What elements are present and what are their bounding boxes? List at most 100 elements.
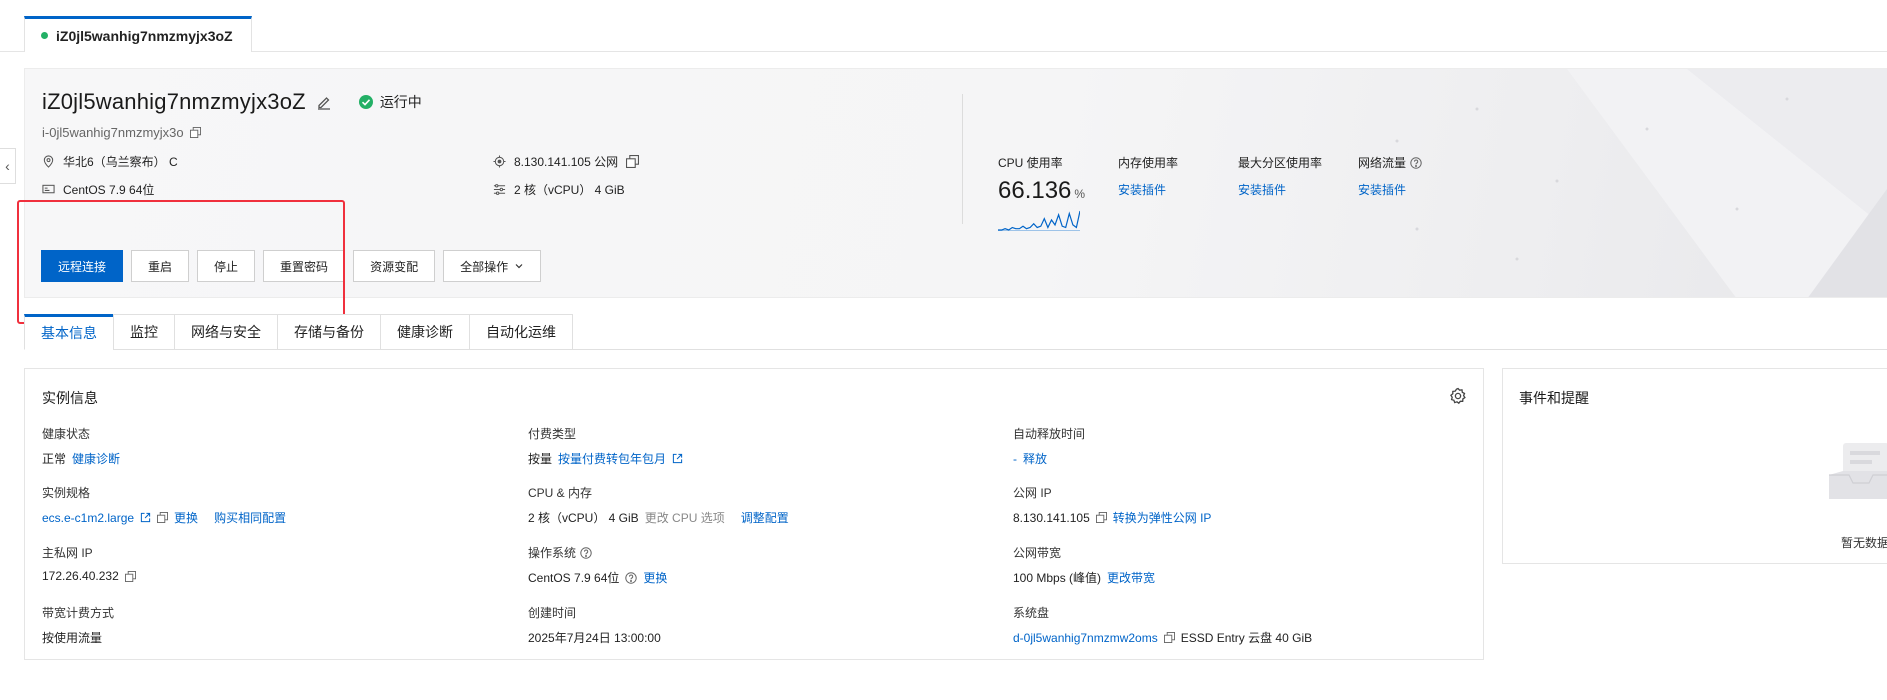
billing-type-field: 付费类型 按量 按量付费转包年包月	[528, 425, 988, 467]
network-install-plugin-link[interactable]: 安装插件	[1358, 181, 1422, 198]
memory-install-plugin-link[interactable]: 安装插件	[1118, 181, 1178, 198]
cpu-memory-field: CPU & 内存 2 核（vCPU） 4 GiB 更改 CPU 选项 调整配置	[528, 484, 988, 526]
stop-button[interactable]: 停止	[197, 250, 256, 282]
status-badge: 运行中	[358, 92, 422, 112]
billing-type-label: 付费类型	[528, 427, 577, 441]
empty-inbox-icon	[1829, 443, 1887, 499]
copy-icon[interactable]	[189, 127, 201, 138]
external-link-icon[interactable]	[140, 512, 151, 523]
instance-spec-link[interactable]: ecs.e-c1m2.large	[42, 511, 134, 525]
convert-eip-link[interactable]: 转换为弹性公网 IP	[1113, 509, 1212, 526]
system-disk-value: ESSD Entry 云盘 40 GiB	[1180, 631, 1313, 645]
health-status-field: 健康状态 正常 健康诊断	[42, 425, 502, 467]
change-resources-button[interactable]: 资源变配	[353, 250, 436, 282]
instance-id-row: i-0jl5wanhig7nmzmyjx3o	[42, 125, 201, 140]
disk-usage-metric: 最大分区使用率 安装插件	[1238, 154, 1322, 198]
help-icon[interactable]	[580, 546, 592, 559]
public-ip-field: 公网 IP 8.130.141.105 转换为弹性公网 IP	[1013, 484, 1473, 526]
running-dot-icon	[41, 32, 48, 39]
copy-icon[interactable]	[1163, 632, 1175, 643]
bandwidth-billing-value: 按使用流量	[42, 631, 103, 645]
restart-button[interactable]: 重启	[131, 250, 190, 282]
bandwidth-billing-label: 带宽计费方式	[42, 606, 115, 620]
copy-icon[interactable]	[124, 570, 136, 582]
health-diagnosis-link[interactable]: 健康诊断	[72, 450, 120, 467]
change-bandwidth-link[interactable]: 更改带宽	[1107, 569, 1155, 586]
tab-monitoring[interactable]: 监控	[113, 314, 174, 350]
tab-automation-ops[interactable]: 自动化运维	[469, 314, 573, 350]
memory-usage-metric: 内存使用率 安装插件	[1118, 154, 1178, 198]
events-empty-text: 暂无数据	[1841, 536, 1887, 550]
copy-icon[interactable]	[626, 155, 640, 168]
os-field: 操作系统 CentOS 7.9 64位 更换	[528, 544, 988, 586]
instance-info-card: 实例信息 健康状态 正常 健康诊断 付费类型 按量 按量付费转包年包月 自动释放…	[24, 368, 1484, 660]
instance-header-card: iZ0jl5wanhig7nmzmyjx3oZ 运行中 i-0jl5wanhig…	[24, 68, 1887, 298]
tab-basic-info[interactable]: 基本信息	[24, 314, 113, 350]
cpu-memory-label: CPU & 内存	[528, 486, 593, 500]
created-time-label: 创建时间	[528, 606, 577, 620]
detail-tabs: 基本信息 监控 网络与安全 存储与备份 健康诊断 自动化运维	[24, 314, 573, 350]
action-buttons: 远程连接 重启 停止 重置密码 资源变配 全部操作	[41, 250, 542, 282]
remote-connect-button[interactable]: 远程连接	[41, 250, 124, 282]
private-ip-value: 172.26.40.232	[42, 569, 119, 583]
os-label: 操作系统	[528, 546, 577, 560]
cpu-memory-value: 2 核（vCPU） 4 GiB	[528, 511, 639, 525]
tab-health-diagnosis[interactable]: 健康诊断	[380, 314, 469, 350]
private-ip-field: 主私网 IP 172.26.40.232	[42, 544, 502, 583]
help-icon[interactable]	[1410, 156, 1422, 169]
release-link[interactable]: 释放	[1023, 450, 1047, 467]
events-title: 事件和提醒	[1519, 390, 1589, 406]
bandwidth-field: 公网带宽 100 Mbps (峰值) 更改带宽	[1013, 544, 1473, 586]
created-time-value: 2025年7月24日 13:00:00	[528, 631, 661, 645]
system-disk-field: 系统盘 d-0jl5wanhig7nmzmw2oms ESSD Entry 云盘…	[1013, 604, 1473, 646]
change-cpu-options-link[interactable]: 更改 CPU 选项	[645, 509, 725, 526]
location-icon	[43, 155, 54, 168]
adjust-config-link[interactable]: 调整配置	[741, 509, 789, 526]
public-ip-info: 8.130.141.105 公网	[493, 153, 640, 170]
tab-network-security[interactable]: 网络与安全	[174, 314, 277, 350]
gear-icon[interactable]	[1449, 387, 1467, 405]
auto-release-label: 自动释放时间	[1013, 427, 1086, 441]
cpu-usage-unit: %	[1074, 187, 1086, 201]
public-ip-text: 8.130.141.105 公网	[514, 155, 619, 169]
system-disk-link[interactable]: d-0jl5wanhig7nmzmw2oms	[1013, 631, 1158, 645]
instance-tab[interactable]: iZ0jl5wanhig7nmzmyjx3oZ	[24, 16, 252, 52]
external-link-icon[interactable]	[672, 453, 683, 464]
cpu-sparkline[interactable]	[998, 209, 1081, 231]
network-traffic-metric: 网络流量 安装插件	[1358, 154, 1422, 198]
disk-usage-label: 最大分区使用率	[1238, 156, 1323, 170]
help-icon[interactable]	[625, 571, 638, 584]
bandwidth-billing-field: 带宽计费方式 按使用流量	[42, 604, 502, 646]
instance-name: iZ0jl5wanhig7nmzmyjx3oZ	[42, 89, 306, 114]
instance-info-title: 实例信息	[42, 390, 98, 406]
copy-icon[interactable]	[1095, 512, 1107, 523]
all-actions-label: 全部操作	[460, 259, 509, 274]
spec-text: 2 核（vCPU） 4 GiB	[514, 183, 625, 197]
cpu-usage-metric: CPU 使用率 66.136%	[998, 154, 1085, 234]
convert-subscription-link[interactable]: 按量付费转包年包月	[558, 450, 666, 467]
memory-usage-label: 内存使用率	[1118, 156, 1179, 170]
edit-icon[interactable]	[316, 94, 332, 110]
events-card: 事件和提醒 暂无数据	[1502, 368, 1887, 564]
change-os-link[interactable]: 更换	[643, 569, 667, 586]
reset-password-button[interactable]: 重置密码	[263, 250, 346, 282]
target-icon	[493, 155, 506, 168]
all-actions-dropdown[interactable]: 全部操作	[443, 250, 542, 282]
copy-icon[interactable]	[157, 512, 169, 523]
instance-spec-field: 实例规格 ecs.e-c1m2.large 更换 购买相同配置	[42, 484, 502, 526]
tab-storage-backup[interactable]: 存储与备份	[277, 314, 380, 350]
os-text: CentOS 7.9 64位	[63, 183, 155, 197]
instance-tab-strip: iZ0jl5wanhig7nmzmyjx3oZ	[0, 0, 1887, 52]
change-spec-link[interactable]: 更换	[174, 509, 198, 526]
metrics-divider	[962, 94, 963, 224]
public-ip-label: 公网 IP	[1013, 486, 1052, 500]
collapse-sidebar-button[interactable]: ‹	[0, 148, 16, 184]
chevron-left-icon: ‹	[5, 158, 10, 174]
instance-spec-label: 实例规格	[42, 486, 91, 500]
instance-id: i-0jl5wanhig7nmzmyjx3o	[42, 125, 184, 140]
disk-install-plugin-link[interactable]: 安装插件	[1238, 181, 1322, 198]
os-info: CentOS 7.9 64位	[42, 181, 154, 198]
buy-same-config-link[interactable]: 购买相同配置	[214, 509, 286, 526]
instance-tab-label: iZ0jl5wanhig7nmzmyjx3oZ	[56, 27, 233, 44]
health-status-label: 健康状态	[42, 427, 91, 441]
